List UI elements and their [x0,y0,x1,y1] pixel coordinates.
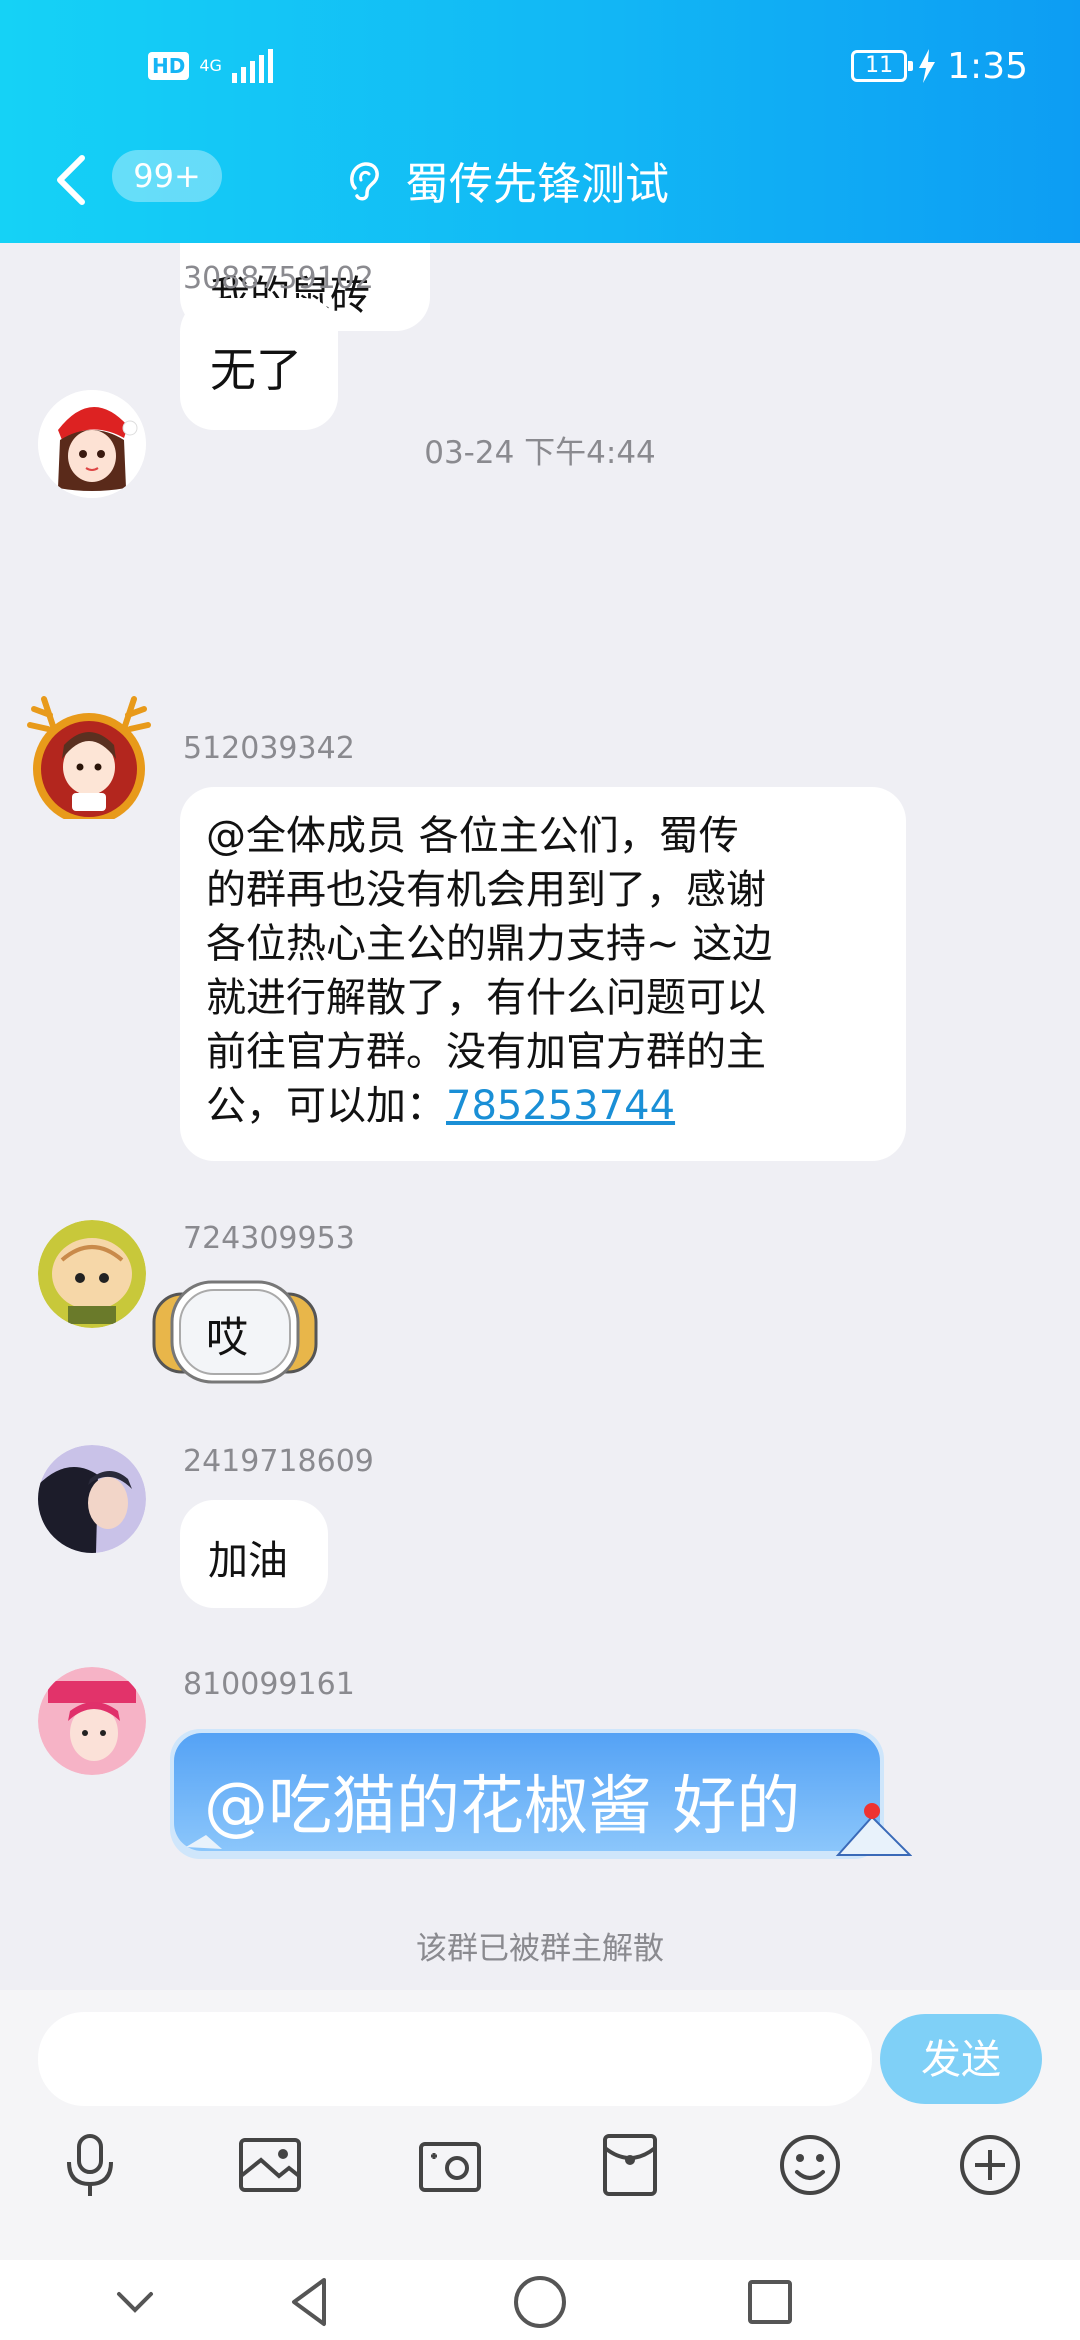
themed-bubble[interactable]: @吃猫的花椒酱 好的 [166,1725,912,1863]
message-line-text: 公，可以加： [206,1083,446,1129]
message-bubble[interactable]: 加油 [180,1500,328,1608]
ear-icon[interactable] [345,156,385,202]
avatar[interactable] [38,1445,146,1553]
collapse-chevron-icon[interactable] [105,2272,165,2332]
chat-title: 蜀传先锋测试 [405,159,669,210]
message-line: 前往官方群。没有加官方群的主 [206,1029,766,1075]
hd-badge: HD [148,52,190,80]
avatar[interactable] [38,1667,146,1775]
message-timestamp: 03-24 下午4:44 [424,435,656,471]
group-number-link[interactable]: 785253744 [446,1083,675,1129]
antler-frame-icon [27,696,151,819]
nav-recents-icon[interactable] [740,2272,800,2332]
system-nav-bar [0,2260,1080,2340]
nav-home-icon[interactable] [510,2272,570,2332]
sender-id: 810099161 [183,1667,355,1702]
nav-back-icon[interactable] [280,2272,340,2332]
message-line: 的群再也没有机会用到了，感谢 [206,867,766,913]
sender-id: 3088759102 [183,261,374,296]
network-type: 4G [199,56,222,75]
message-line: 各位热心主公的鼎力支持~ 这边 [206,921,773,967]
battery-icon: 11 [851,50,914,82]
signal-icon [231,49,273,83]
avatar[interactable] [38,1220,146,1328]
message-bubble[interactable]: @全体成员 各位主公们，蜀传 的群再也没有机会用到了，感谢 各位热心主公的鼎力支… [180,787,906,1161]
send-button[interactable]: 发送 [880,2014,1042,2104]
sender-id: 2419718609 [183,1444,374,1479]
clock: 1:35 [947,45,1028,87]
charging-icon [919,49,936,83]
sticker-text: 加油 [208,1538,288,1584]
message-line: 公，可以加：785253744 [206,1079,772,1133]
back-arrow-icon[interactable] [52,150,92,210]
sender-id: 724309953 [183,1221,355,1256]
sender-id: 512039342 [183,731,355,766]
message-text: @全体成员 各位主公们，蜀传 的群再也没有机会用到了，感谢 各位热心主公的鼎力支… [206,809,772,1133]
group-dissolved-notice: 该群已被群主解散 [416,1931,664,1967]
image-icon[interactable] [235,2130,305,2200]
message-bubble[interactable]: 无了 [180,298,338,430]
status-bar-right: 11 1:35 [851,42,1028,90]
message-text: @吃猫的花椒酱 好的 [204,1770,801,1844]
red-packet-icon[interactable] [595,2130,665,2200]
message-input[interactable] [38,2012,872,2106]
message-list[interactable]: 我的鼠砖 3088759102 无了 03-24 下午4:44 51203934… [0,243,1080,1990]
message-text: 哎 [206,1313,249,1362]
sticker-text: 无了 [210,343,302,397]
avatar[interactable] [27,696,151,843]
unread-count-badge[interactable]: 99+ [112,150,222,202]
emoji-icon[interactable] [775,2130,845,2200]
message-line: @全体成员 各位主公们，蜀传 [206,813,739,859]
camera-icon[interactable] [415,2130,485,2200]
plus-icon[interactable] [955,2130,1025,2200]
themed-bubble[interactable]: 哎 [150,1276,320,1388]
input-bar: 发送 [0,1990,1080,2260]
chat-header: HD 4G 11 1:35 99+ 蜀传先锋测试 [0,0,1080,243]
status-bar-left: HD 4G [148,42,273,90]
microphone-icon[interactable] [55,2130,125,2200]
message-line: 就进行解散了，有什么问题可以 [206,975,766,1021]
